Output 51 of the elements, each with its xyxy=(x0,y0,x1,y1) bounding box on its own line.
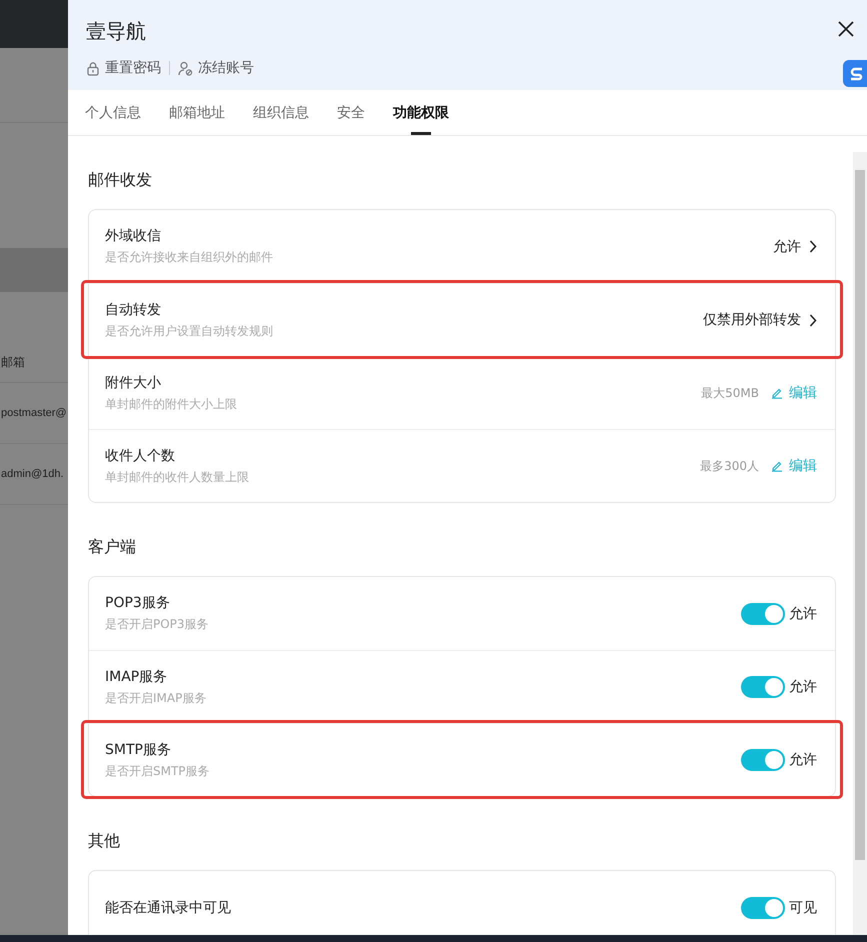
drawer-title: 壹导航 xyxy=(86,18,146,45)
setting-title: 自动转发 xyxy=(105,300,162,318)
setting-value-link[interactable]: 允许 xyxy=(773,238,817,256)
setting-description: 是否开启SMTP服务 xyxy=(105,762,211,780)
column-header: 邮箱 xyxy=(1,354,25,370)
chevron-right-icon xyxy=(809,314,817,326)
table-header-band xyxy=(0,248,68,292)
setting-value: 最多300人 xyxy=(700,458,759,474)
scrollbar[interactable] xyxy=(853,152,867,935)
setting-description: 是否允许用户设置自动转发规则 xyxy=(105,322,274,340)
toggle-switch[interactable] xyxy=(741,749,785,771)
toggle-label: 允许 xyxy=(789,604,817,622)
setting-value: 最大50MB xyxy=(701,384,759,402)
setting-title: 外域收信 xyxy=(105,227,162,245)
setting-title: SMTP服务 xyxy=(105,740,172,758)
toggle-label: 允许 xyxy=(789,678,817,696)
chevron-right-icon xyxy=(809,240,817,253)
toggle-label: 可见 xyxy=(789,898,817,916)
setting-description: 单封邮件的收件人数量上限 xyxy=(105,468,250,486)
toggle-label: 允许 xyxy=(789,751,817,769)
reset-password-button[interactable]: 重置密码 xyxy=(86,59,161,77)
setting-title: POP3服务 xyxy=(105,594,171,612)
setting-title: 能否在通讯录中可见 xyxy=(105,898,232,916)
pencil-icon xyxy=(771,387,783,399)
table-cell: admin@1dh. xyxy=(1,468,64,480)
toggle-switch[interactable] xyxy=(741,602,785,624)
tab[interactable]: 组织信息 xyxy=(253,90,309,135)
setting-description: 单封邮件的附件大小上限 xyxy=(105,396,238,412)
top-bar xyxy=(0,0,68,48)
setting-title: IMAP服务 xyxy=(105,668,168,686)
toggle-switch[interactable] xyxy=(741,896,785,918)
tab[interactable]: 安全 xyxy=(337,90,365,135)
section-title: 邮件收发 xyxy=(88,170,153,191)
setting-value-link[interactable]: 仅禁用外部转发 xyxy=(703,311,817,329)
section-title: 客户端 xyxy=(88,537,137,558)
tab[interactable]: 邮箱地址 xyxy=(169,90,225,135)
close-button[interactable] xyxy=(837,20,855,38)
setting-title: 收件人个数 xyxy=(105,446,176,464)
section-title: 其他 xyxy=(88,831,121,852)
setting-description: 是否允许接收来自组织外的邮件 xyxy=(105,249,274,266)
toggle-switch[interactable] xyxy=(741,676,785,698)
table-cell: postmaster@ xyxy=(1,407,67,419)
tab[interactable]: 个人信息 xyxy=(85,90,141,135)
pencil-icon xyxy=(771,460,783,472)
setting-title: 附件大小 xyxy=(105,374,162,392)
freeze-account-button[interactable]: 冻结账号 xyxy=(178,59,254,77)
app-badge-icon[interactable] xyxy=(843,60,867,87)
lock-icon xyxy=(86,60,100,76)
user-icon xyxy=(178,60,193,76)
setting-description: 是否开启POP3服务 xyxy=(105,616,210,633)
setting-description: 是否开启IMAP服务 xyxy=(105,690,208,706)
